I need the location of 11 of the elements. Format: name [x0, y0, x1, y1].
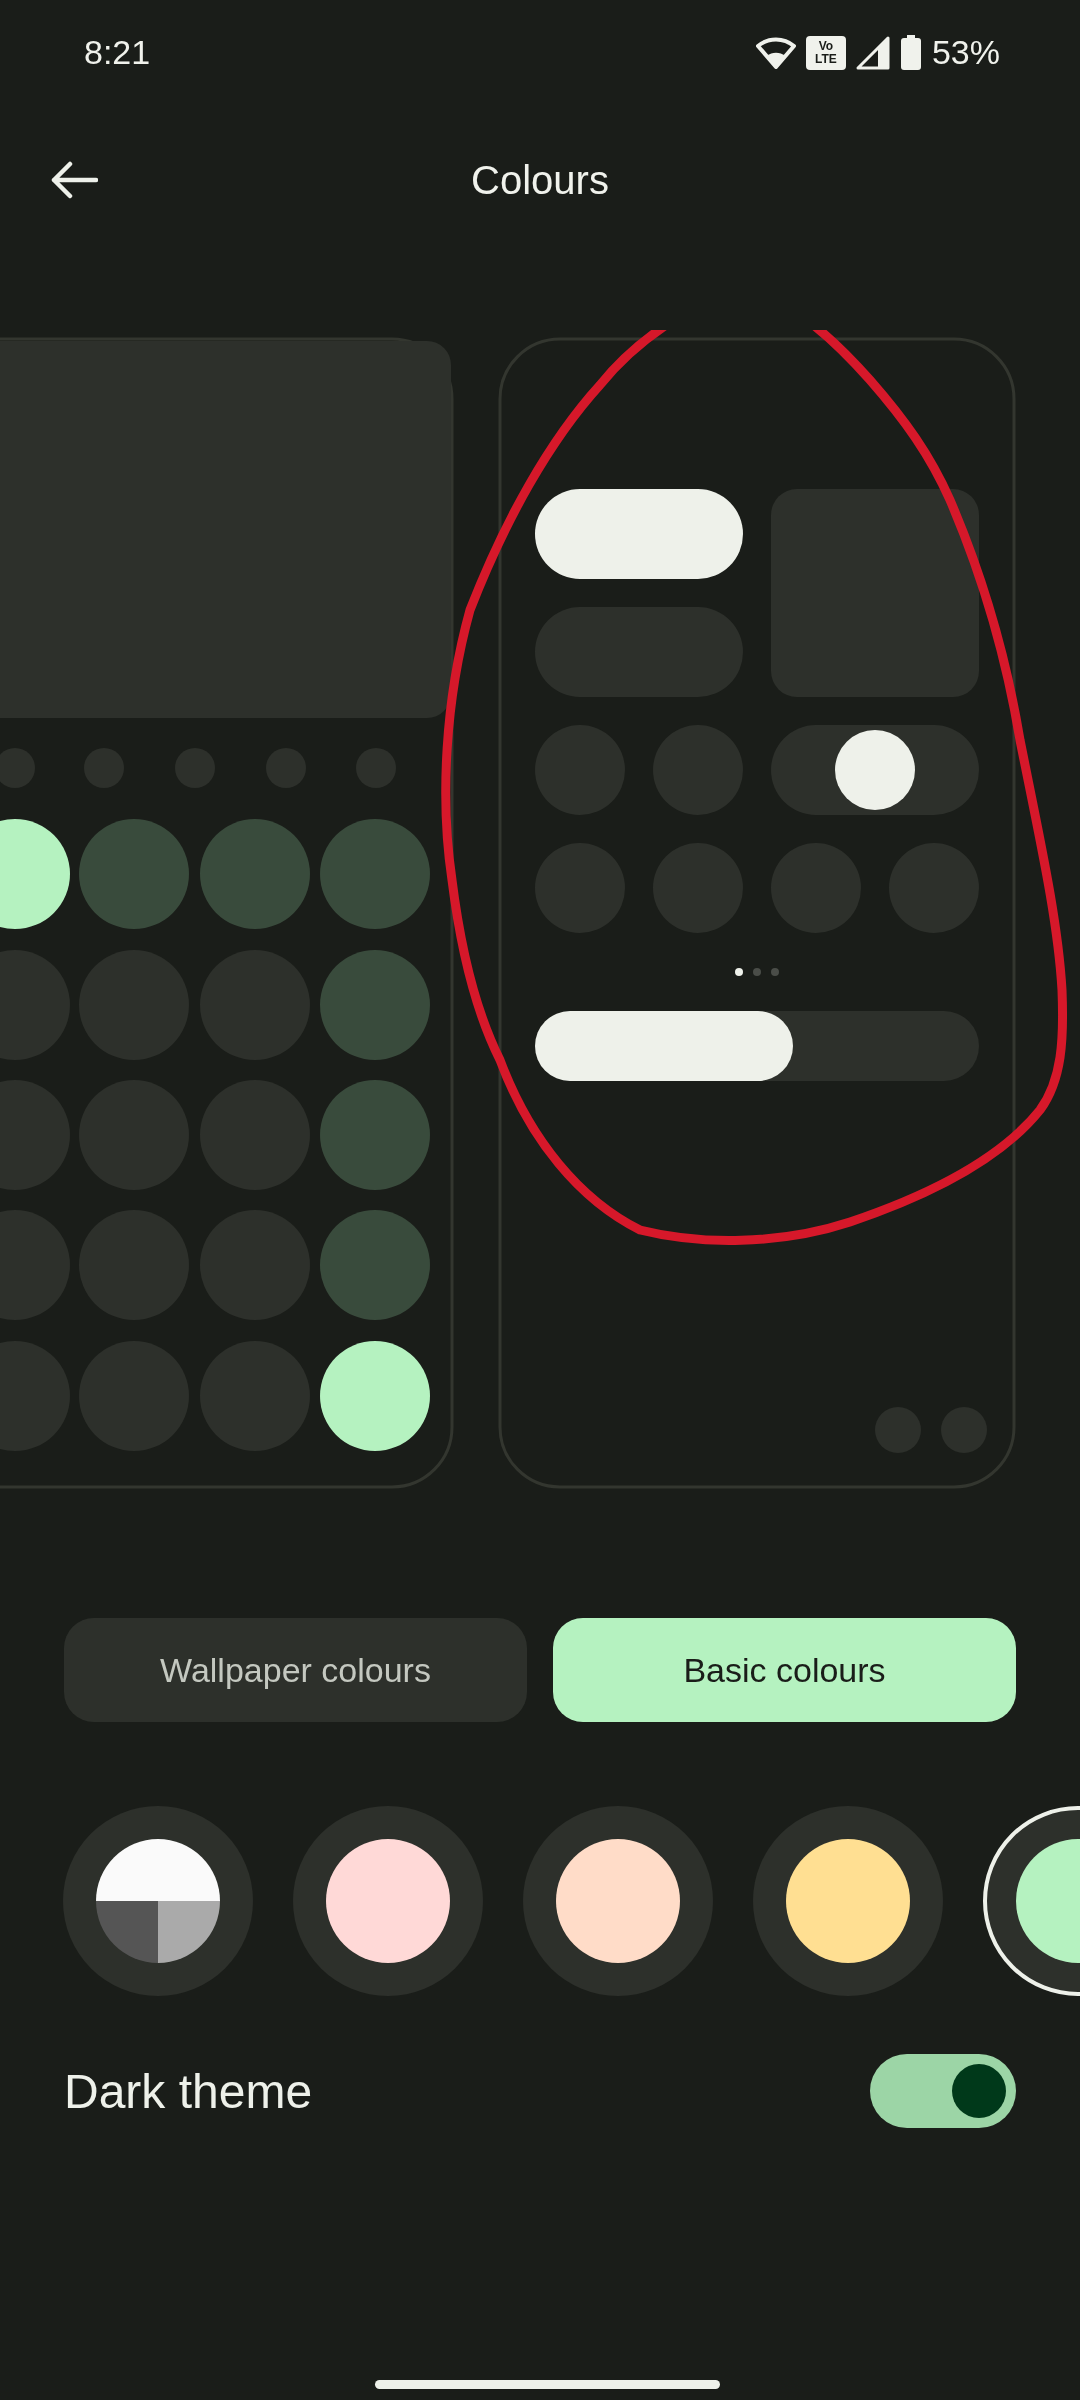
setting-label: Dark theme: [64, 2063, 313, 2119]
signal-icon: [855, 35, 890, 70]
wifi-icon: [755, 36, 796, 69]
page-title: Colours: [471, 157, 609, 203]
network-badge: Vo LTE: [805, 35, 846, 70]
tricolor-dot-icon: [96, 1839, 220, 1963]
battery-icon: [899, 34, 922, 71]
status-time: 8:21: [84, 33, 151, 72]
colour-source-tab[interactable]: Basic colours: [553, 1618, 1016, 1722]
colour-source-tab[interactable]: Wallpaper colours: [64, 1618, 527, 1722]
battery-percentage: 53%: [931, 33, 1000, 72]
